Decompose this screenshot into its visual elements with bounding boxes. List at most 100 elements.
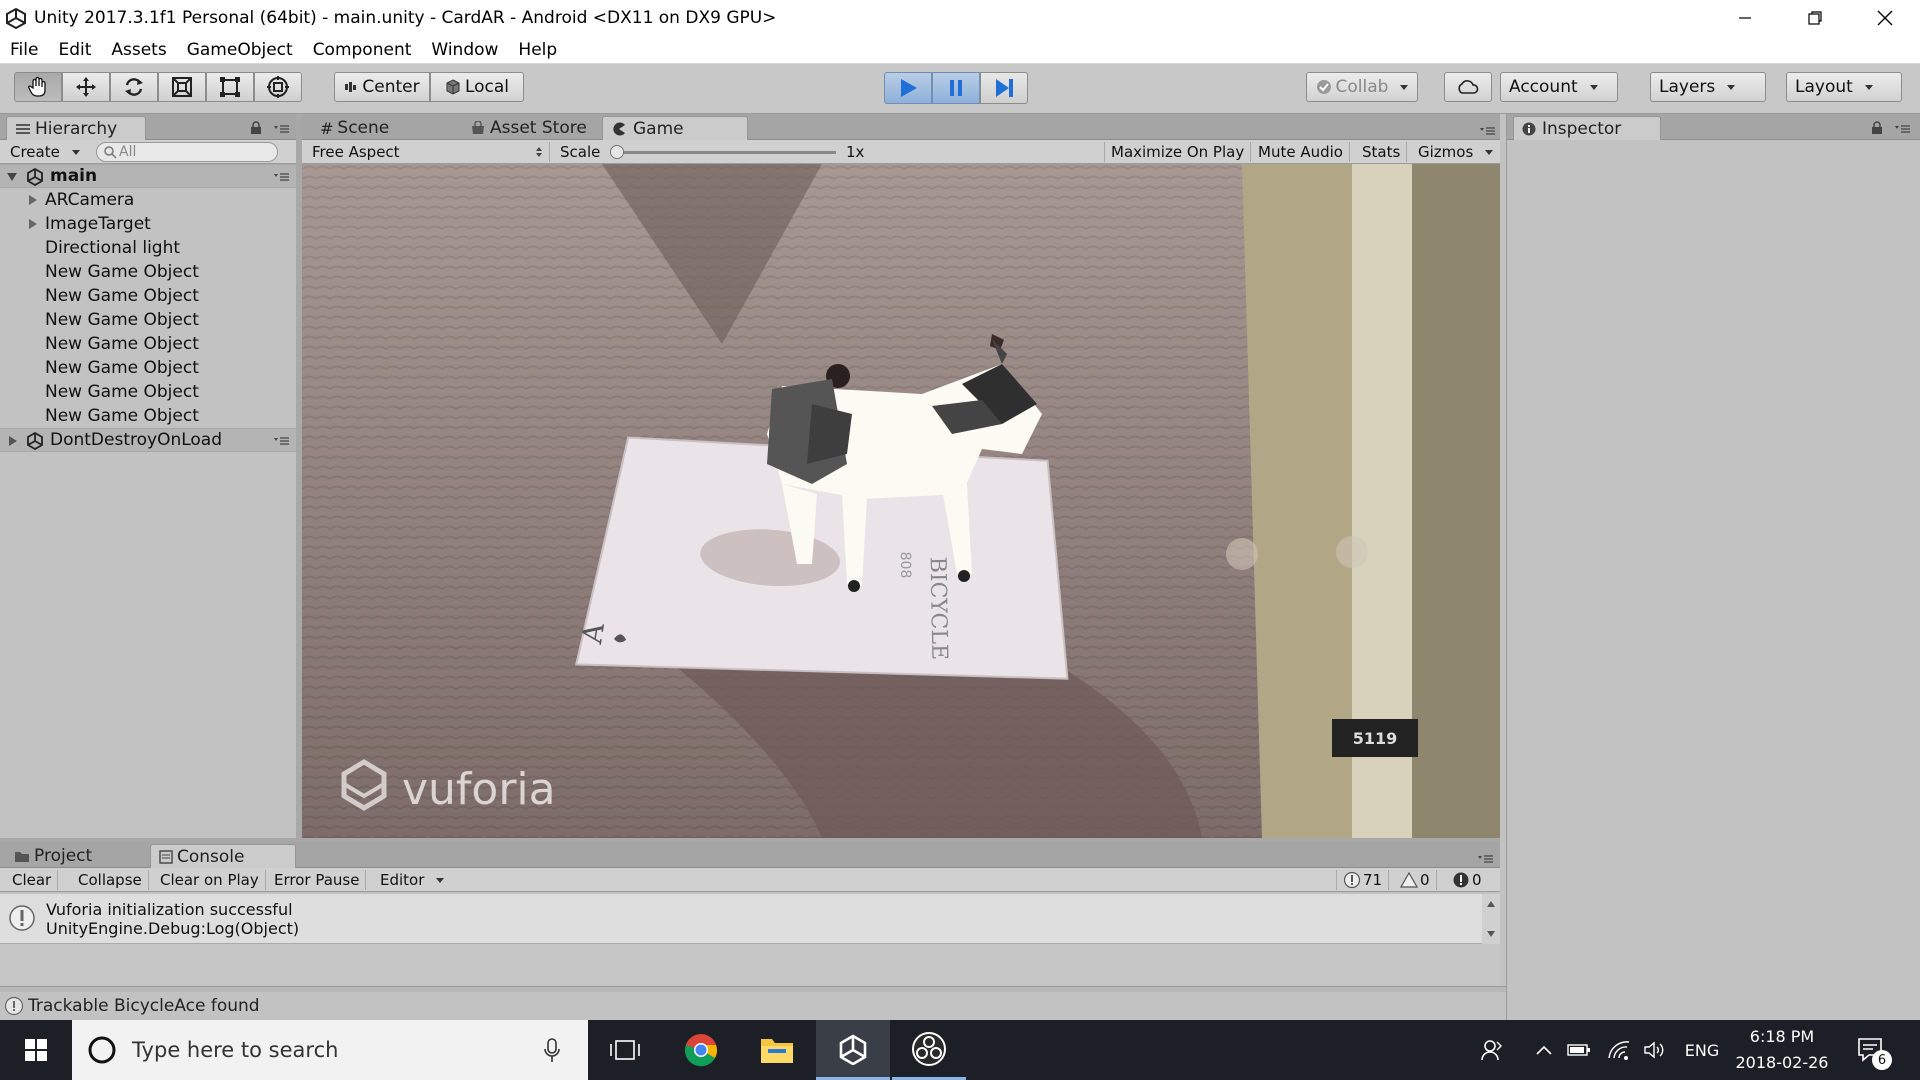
task-view-button[interactable]	[588, 1020, 662, 1080]
start-button[interactable]	[0, 1020, 72, 1080]
rotate-tool-button[interactable]	[110, 72, 158, 102]
editor-dropdown[interactable]: Editor	[374, 870, 450, 890]
pivot-local-toggle[interactable]: Local	[430, 72, 524, 102]
clear-on-play-toggle[interactable]: Clear on Play	[154, 870, 266, 890]
console-scrollbar[interactable]	[1482, 894, 1500, 944]
people-button[interactable]	[1476, 1020, 1508, 1080]
layout-dropdown[interactable]: Layout	[1786, 72, 1902, 102]
unity-scene-icon	[27, 432, 43, 450]
taskbar-file-explorer[interactable]	[740, 1020, 814, 1080]
clock[interactable]: 6:18 PM 2018-02-26	[1734, 1020, 1830, 1080]
step-button[interactable]	[980, 72, 1028, 104]
menu-gameobject[interactable]: GameObject	[177, 40, 303, 60]
move-tool-button[interactable]	[62, 72, 110, 102]
menu-file[interactable]: File	[0, 40, 48, 60]
collapsed-arrow-icon[interactable]	[28, 218, 38, 230]
maximize-on-play-toggle[interactable]: Maximize On Play	[1104, 142, 1252, 162]
collab-dropdown[interactable]: Collab	[1306, 72, 1418, 102]
menu-assets[interactable]: Assets	[101, 40, 176, 60]
hierarchy-item-new-game-object[interactable]: New Game Object	[0, 260, 296, 284]
hierarchy-item-new-game-object[interactable]: New Game Object	[0, 356, 296, 380]
panel-menu-icon[interactable]	[1478, 126, 1496, 136]
hierarchy-item-imagetarget[interactable]: ImageTarget	[0, 212, 296, 236]
tab-hierarchy[interactable]: Hierarchy	[6, 116, 146, 140]
layers-dropdown[interactable]: Layers	[1650, 72, 1766, 102]
hierarchy-item-arcamera[interactable]: ARCamera	[0, 188, 296, 212]
transform-tool-button[interactable]	[254, 72, 302, 102]
console-entry[interactable]: Vuforia initialization successful UnityE…	[0, 894, 1482, 944]
clear-button[interactable]: Clear	[6, 870, 59, 890]
tab-inspector[interactable]: Inspector	[1513, 116, 1661, 140]
tab-asset-store[interactable]: Asset Store	[462, 116, 595, 140]
error-filter-toggle[interactable]: 0	[1446, 870, 1488, 890]
hierarchy-item-new-game-object[interactable]: New Game Object	[0, 308, 296, 332]
action-center-button[interactable]: 6	[1848, 1020, 1894, 1080]
status-bar[interactable]: Trackable BicycleAce found	[0, 992, 1500, 1020]
tab-console[interactable]: Console	[150, 844, 296, 868]
tab-scene[interactable]: # Scene	[312, 116, 397, 140]
scene-menu-icon[interactable]	[272, 436, 290, 446]
menu-window[interactable]: Window	[421, 40, 508, 60]
lock-icon[interactable]	[250, 121, 262, 135]
scene-row-dontdestroyonload[interactable]: DontDestroyOnLoad	[0, 428, 296, 452]
scroll-down-icon[interactable]	[1486, 930, 1496, 938]
scale-tool-button[interactable]	[158, 72, 206, 102]
panel-menu-icon[interactable]	[272, 124, 290, 134]
pivot-center-toggle[interactable]: Center	[334, 72, 430, 102]
close-button[interactable]	[1850, 0, 1920, 36]
gizmos-dropdown[interactable]: Gizmos	[1412, 142, 1499, 162]
microphone-icon[interactable]	[544, 1038, 560, 1064]
panel-menu-icon[interactable]	[1476, 854, 1494, 864]
game-view[interactable]: BICYCLE 808 A 5119 vuforia	[302, 164, 1500, 838]
list-icon	[16, 123, 30, 134]
rect-tool-button[interactable]	[206, 72, 254, 102]
folder-icon	[761, 1039, 793, 1063]
tab-project[interactable]: Project	[6, 844, 100, 868]
hierarchy-item-new-game-object[interactable]: New Game Object	[0, 332, 296, 356]
aspect-dropdown[interactable]: Free Aspect	[306, 142, 550, 162]
hierarchy-item-new-game-object[interactable]: New Game Object	[0, 380, 296, 404]
wifi-button[interactable]	[1604, 1020, 1634, 1080]
taskbar-obs[interactable]	[892, 1020, 966, 1080]
collab-label: Collab	[1335, 77, 1389, 97]
lock-icon[interactable]	[1871, 121, 1883, 135]
collapse-toggle[interactable]: Collapse	[72, 870, 149, 890]
taskbar-unity[interactable]	[816, 1020, 890, 1080]
scale-slider-thumb[interactable]	[610, 145, 624, 159]
taskbar-search-box[interactable]: Type here to search	[72, 1020, 588, 1080]
pause-button[interactable]	[932, 72, 980, 104]
scale-slider[interactable]	[610, 145, 836, 159]
menu-component[interactable]: Component	[303, 40, 422, 60]
scroll-up-icon[interactable]	[1486, 900, 1496, 908]
hierarchy-item-new-game-object[interactable]: New Game Object	[0, 284, 296, 308]
collapsed-arrow-icon[interactable]	[28, 194, 38, 206]
error-pause-toggle[interactable]: Error Pause	[268, 870, 367, 890]
restore-button[interactable]	[1780, 0, 1850, 36]
minimize-button[interactable]	[1710, 0, 1780, 36]
expanded-arrow-icon[interactable]	[6, 172, 18, 182]
hierarchy-item-new-game-object[interactable]: New Game Object	[0, 404, 296, 428]
collapsed-arrow-icon[interactable]	[8, 435, 18, 447]
tray-overflow-button[interactable]	[1530, 1020, 1558, 1080]
scene-menu-icon[interactable]	[272, 172, 290, 182]
volume-button[interactable]	[1640, 1020, 1670, 1080]
hand-tool-button[interactable]	[14, 72, 62, 102]
warning-filter-toggle[interactable]: 0	[1394, 870, 1437, 890]
play-button[interactable]	[884, 72, 932, 104]
tab-game[interactable]: Game	[602, 116, 748, 140]
battery-button[interactable]	[1564, 1020, 1594, 1080]
info-filter-toggle[interactable]: 71	[1336, 870, 1390, 890]
mute-audio-toggle[interactable]: Mute Audio	[1252, 142, 1350, 162]
account-dropdown[interactable]: Account	[1500, 72, 1618, 102]
hierarchy-item-directional-light[interactable]: Directional light	[0, 236, 296, 260]
create-dropdown[interactable]: Create	[6, 142, 84, 162]
hierarchy-search[interactable]: All	[96, 142, 278, 162]
cloud-button[interactable]	[1444, 72, 1492, 102]
taskbar-chrome[interactable]	[664, 1020, 738, 1080]
stats-toggle[interactable]: Stats	[1356, 142, 1408, 162]
menu-edit[interactable]: Edit	[48, 40, 101, 60]
menu-help[interactable]: Help	[508, 40, 567, 60]
scene-row-main[interactable]: main	[0, 164, 296, 188]
language-indicator[interactable]: ENG	[1680, 1020, 1724, 1080]
panel-menu-icon[interactable]	[1893, 124, 1911, 134]
